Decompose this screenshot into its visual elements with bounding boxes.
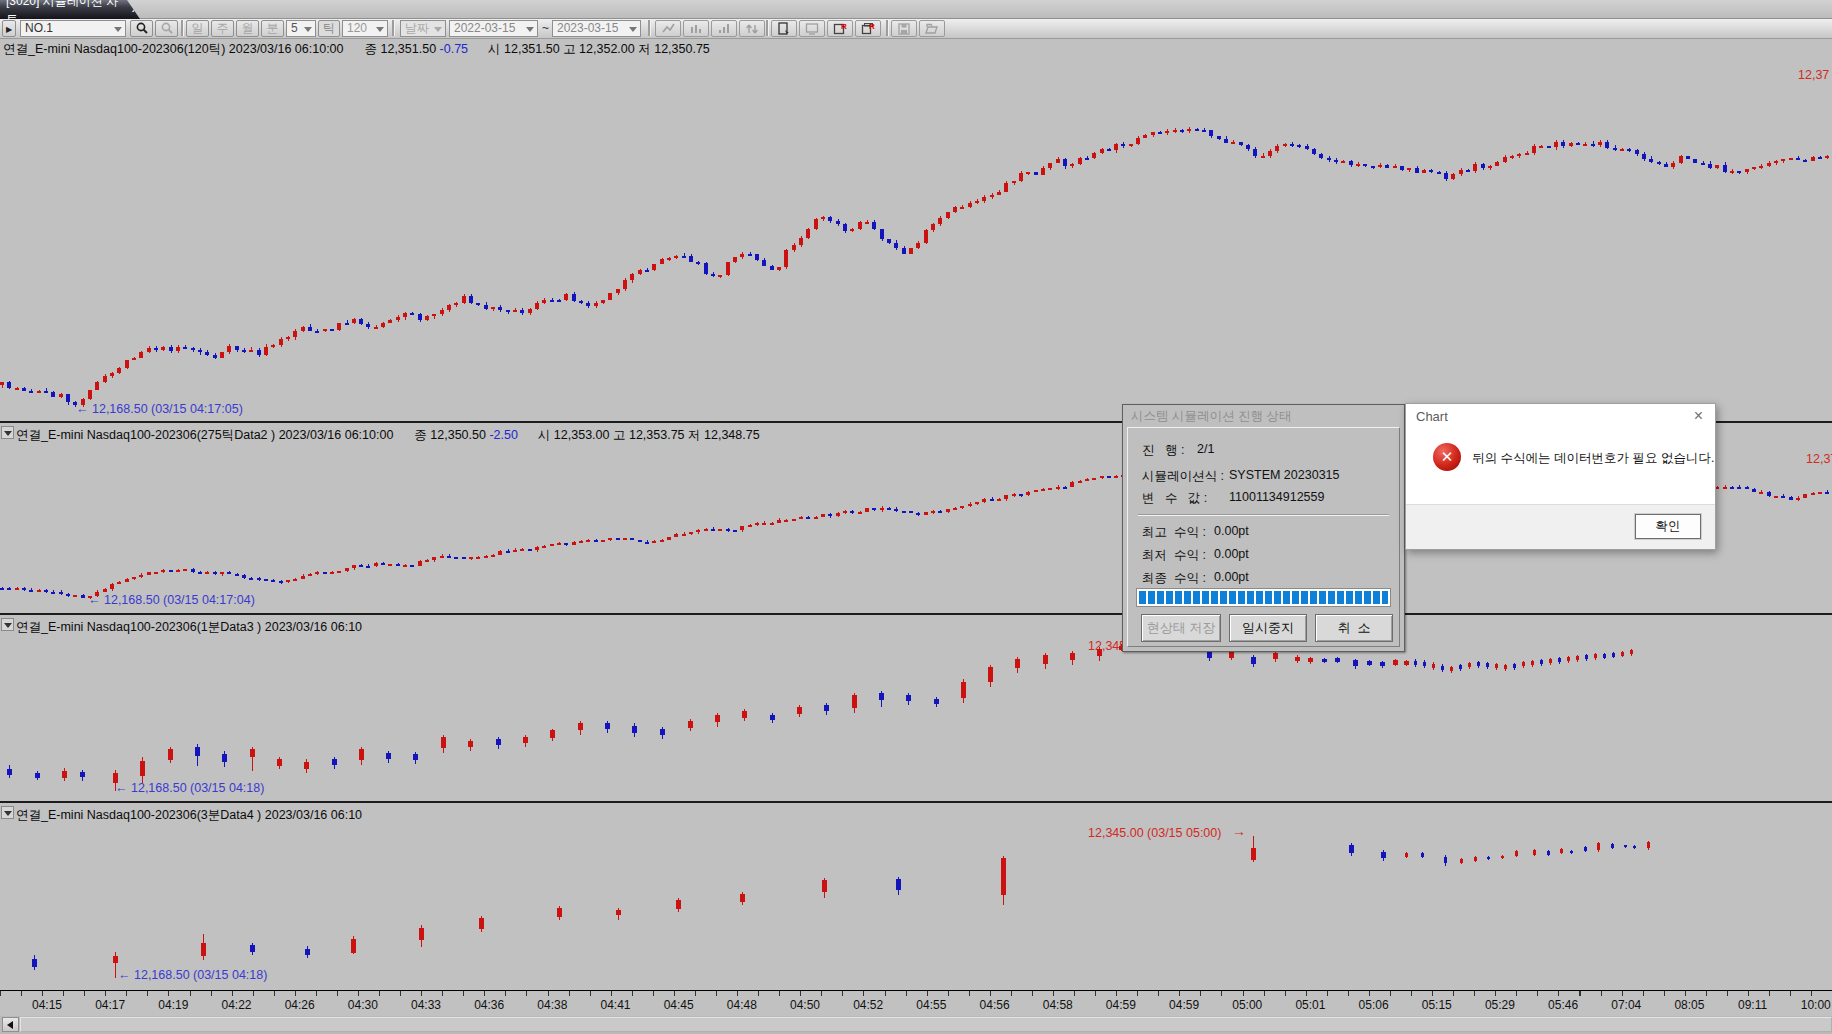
separator xyxy=(1138,514,1389,516)
progress-bar-fill xyxy=(1139,591,1388,604)
error-dialog-title: Chart xyxy=(1406,404,1715,429)
error-dialog-footer: 확인 xyxy=(1406,504,1715,549)
chart-error-dialog: Chart × 뒤의 수식에는 데이터번호가 필요 없습니다. 확인 xyxy=(1405,403,1716,550)
simulation-progress-dialog: 시스템 시뮬레이션 진행 상태 진 행 :2/1 시뮬레이션식 :SYSTEM … xyxy=(1122,404,1405,652)
profit-row: 최종 수익 :0.00pt xyxy=(1142,570,1206,587)
ok-button[interactable]: 확인 xyxy=(1635,514,1701,539)
error-dialog-body: 뒤의 수식에는 데이터번호가 필요 없습니다. xyxy=(1406,429,1715,505)
progress-dialog-body: 진 행 :2/1 시뮬레이션식 :SYSTEM 20230315 변 수 값 :… xyxy=(1127,427,1400,647)
cancel-button[interactable]: 취 소 xyxy=(1315,614,1393,642)
progress-row: 변 수 값 :11001134912559 xyxy=(1142,490,1207,507)
save-state-button[interactable]: 현상태 저장 xyxy=(1141,614,1221,642)
progress-dialog-title: 시스템 시뮬레이션 진행 상태 xyxy=(1123,405,1404,427)
error-icon xyxy=(1433,443,1461,471)
profit-row: 최저 수익 :0.00pt xyxy=(1142,547,1206,564)
error-message: 뒤의 수식에는 데이터번호가 필요 없습니다. xyxy=(1472,450,1714,467)
progress-bar xyxy=(1136,588,1391,607)
progress-row: 진 행 :2/1 xyxy=(1142,442,1184,459)
profit-row: 최고 수익 :0.00pt xyxy=(1142,524,1206,541)
pause-button[interactable]: 일시중지 xyxy=(1229,614,1307,642)
error-close-icon[interactable]: × xyxy=(1694,407,1703,425)
progress-row: 시뮬레이션식 :SYSTEM 20230315 xyxy=(1142,468,1224,485)
